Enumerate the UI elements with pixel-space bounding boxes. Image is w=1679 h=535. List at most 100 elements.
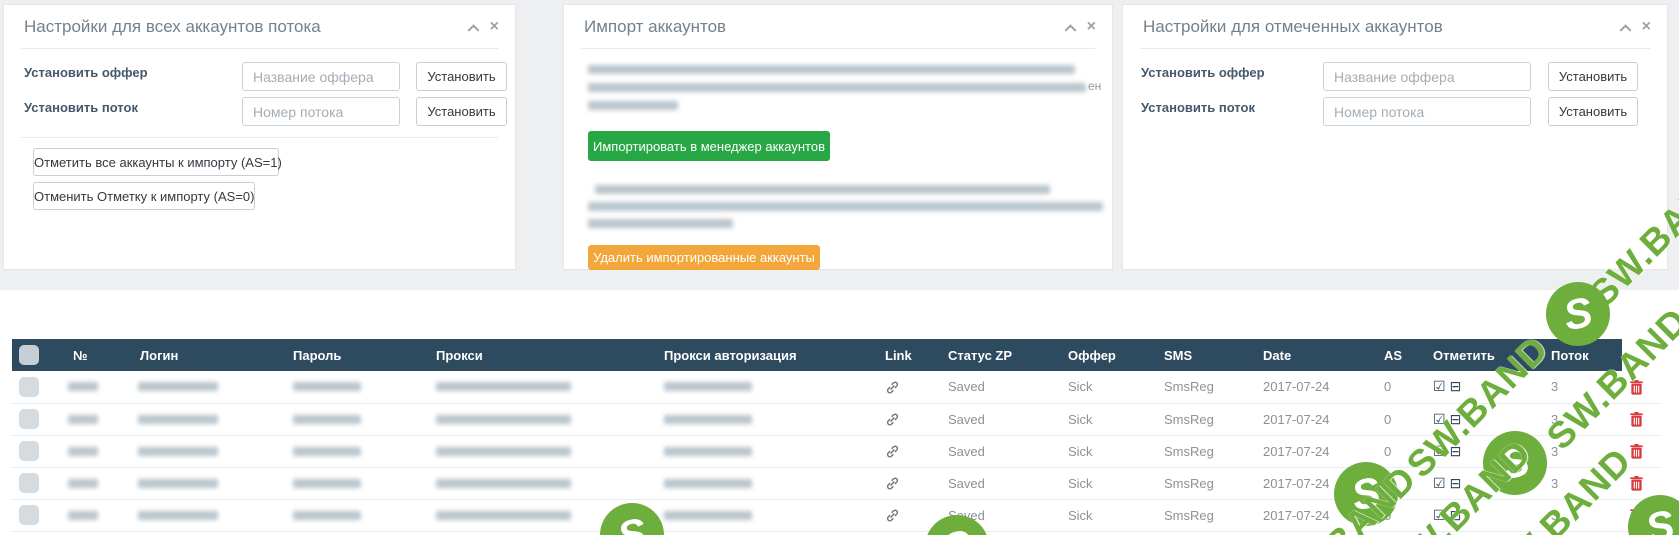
flow-value: 3 xyxy=(1543,435,1622,468)
mark-cell: ☑ ⊟ xyxy=(1425,403,1543,436)
table-row: Saved Sick SmsReg 2017-07-24 0 ☑ ⊟ 3 xyxy=(12,403,1660,436)
mark-minus-icon[interactable]: ⊟ xyxy=(1450,411,1462,427)
flow-value: 3 xyxy=(1543,403,1622,436)
sms-value: SmsReg xyxy=(1156,371,1255,404)
offer-value: Sick xyxy=(1060,499,1156,532)
panel-title: Настройки для отмеченных аккаунтов xyxy=(1143,17,1443,36)
mark-checked-icon[interactable]: ☑ xyxy=(1433,507,1446,523)
mark-checked-icon[interactable]: ☑ xyxy=(1433,475,1446,491)
delete-cell[interactable] xyxy=(1622,499,1660,532)
flow-number-input[interactable] xyxy=(242,97,400,126)
unmark-import-button[interactable]: Отменить Отметку к импорту (AS=0) xyxy=(33,182,255,210)
collapse-icon[interactable] xyxy=(467,23,480,32)
trash-icon xyxy=(1630,412,1643,427)
flow-value: 3 xyxy=(1543,467,1622,500)
redacted-login xyxy=(138,382,218,392)
link-cell[interactable] xyxy=(877,435,940,468)
mark-all-import-button[interactable]: Отметить все аккаунты к импорту (AS=1) xyxy=(33,148,282,176)
sms-value: SmsReg xyxy=(1156,467,1255,500)
mark-minus-icon[interactable]: ⊟ xyxy=(1450,507,1462,523)
col-sms: SMS xyxy=(1156,339,1255,371)
offer-value: Sick xyxy=(1060,467,1156,500)
date-value: 2017-07-24 xyxy=(1255,467,1376,500)
redacted-proxy-auth xyxy=(664,446,752,456)
row-checkbox[interactable] xyxy=(19,441,39,461)
close-icon[interactable]: × xyxy=(490,19,499,35)
col-status-zp: Статус ZP xyxy=(940,339,1060,371)
set-flow-button[interactable]: Установить xyxy=(1548,97,1638,126)
redacted-password xyxy=(293,510,361,520)
redacted-proxy-auth xyxy=(664,414,752,424)
delete-cell[interactable] xyxy=(1622,467,1660,500)
col-as: AS xyxy=(1376,339,1425,371)
redacted-proxy xyxy=(436,382,571,392)
collapse-icon[interactable] xyxy=(1064,23,1077,32)
offer-value: Sick xyxy=(1060,403,1156,436)
redacted-proxy-auth xyxy=(664,382,752,392)
flow-number-input[interactable] xyxy=(1323,97,1531,126)
redacted-login xyxy=(138,414,218,424)
link-cell[interactable] xyxy=(877,467,940,500)
mark-checked-icon[interactable]: ☑ xyxy=(1433,411,1446,427)
delete-cell[interactable] xyxy=(1622,435,1660,468)
redacted-number xyxy=(68,510,98,520)
date-value: 2017-07-24 xyxy=(1255,499,1376,532)
chain-link-icon xyxy=(886,477,899,490)
link-cell[interactable] xyxy=(877,499,940,532)
mark-minus-icon[interactable]: ⊟ xyxy=(1450,378,1462,394)
accounts-table: № Логин Пароль Прокси Прокси авторизация… xyxy=(12,339,1660,532)
table-row: Saved Sick SmsReg 2017-07-24 0 ☑ ⊟ 3 xyxy=(12,435,1660,468)
table-row: Saved Sick SmsReg 2017-07-24 0 ☑ ⊟ 3 xyxy=(12,371,1660,404)
redacted-number xyxy=(68,414,98,424)
row-checkbox[interactable] xyxy=(19,376,39,397)
close-icon[interactable]: × xyxy=(1087,19,1096,35)
as-value: 0 xyxy=(1376,499,1425,532)
redacted-login xyxy=(138,478,218,488)
set-offer-label: Установить оффер xyxy=(1141,65,1265,80)
table-row: Saved Sick SmsReg 2017-07-24 0 ☑ ⊟ 3 xyxy=(12,499,1660,532)
redacted-proxy xyxy=(436,478,571,488)
col-number: № xyxy=(60,339,130,371)
status-zp-value: Saved xyxy=(940,371,1060,404)
redacted-number xyxy=(68,382,98,392)
offer-name-input[interactable] xyxy=(242,62,400,91)
set-flow-button[interactable]: Установить xyxy=(416,97,507,126)
table-header-row: № Логин Пароль Прокси Прокси авторизация… xyxy=(12,339,1660,371)
mark-cell: ☑ ⊟ xyxy=(1425,371,1543,404)
chain-link-icon xyxy=(886,381,899,394)
delete-imported-button[interactable]: Удалить импортированные аккаунты xyxy=(588,245,820,270)
close-icon[interactable]: × xyxy=(1642,19,1651,35)
redacted-proxy xyxy=(436,414,571,424)
redacted-password xyxy=(293,478,361,488)
mark-minus-icon[interactable]: ⊟ xyxy=(1450,443,1462,459)
delete-cell[interactable] xyxy=(1622,371,1660,404)
chain-link-icon xyxy=(886,445,899,458)
row-checkbox[interactable] xyxy=(19,409,39,429)
col-mark: Отметить xyxy=(1425,339,1543,371)
redacted-proxy xyxy=(436,446,571,456)
set-flow-label: Установить поток xyxy=(1141,100,1255,115)
offer-name-input[interactable] xyxy=(1323,62,1531,91)
sms-value: SmsReg xyxy=(1156,403,1255,436)
mark-minus-icon[interactable]: ⊟ xyxy=(1450,475,1462,491)
delete-cell[interactable] xyxy=(1622,403,1660,436)
redacted-proxy-auth xyxy=(664,510,752,520)
table-row: Saved Sick SmsReg 2017-07-24 0 ☑ ⊟ 3 xyxy=(12,467,1660,500)
link-cell[interactable] xyxy=(877,403,940,436)
set-offer-button[interactable]: Установить xyxy=(416,62,507,91)
redacted-number xyxy=(68,446,98,456)
trash-icon xyxy=(1630,444,1643,459)
set-offer-button[interactable]: Установить xyxy=(1548,62,1638,91)
select-all-checkbox[interactable] xyxy=(19,345,39,365)
row-checkbox[interactable] xyxy=(19,505,39,525)
redacted-text-line xyxy=(588,83,1086,92)
import-to-manager-button[interactable]: Импортировать в менеджер аккаунтов xyxy=(588,131,830,161)
link-cell[interactable] xyxy=(877,371,940,404)
redacted-login xyxy=(138,446,218,456)
collapse-icon[interactable] xyxy=(1619,23,1632,32)
mark-checked-icon[interactable]: ☑ xyxy=(1433,443,1446,459)
mark-checked-icon[interactable]: ☑ xyxy=(1433,378,1446,394)
redacted-text-line xyxy=(595,185,1050,194)
row-checkbox[interactable] xyxy=(19,473,39,493)
divider xyxy=(21,48,498,49)
